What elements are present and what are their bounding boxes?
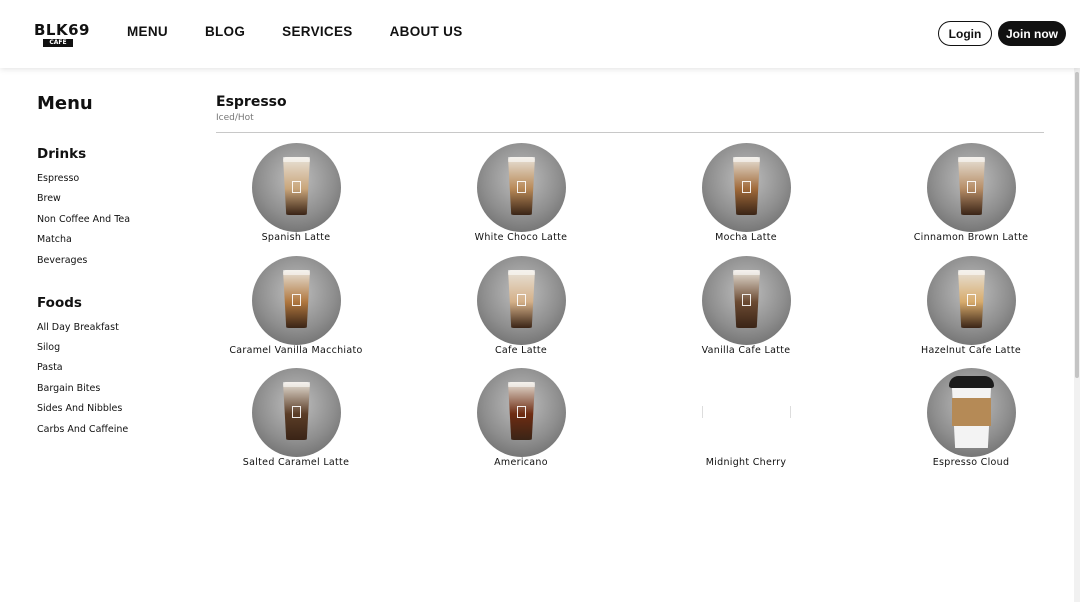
product-image[interactable] [927, 143, 1016, 232]
product-card[interactable]: Hazelnut Cafe Latte [891, 256, 1051, 368]
cup-icon [733, 270, 760, 328]
nav-services[interactable]: SERVICES [282, 24, 352, 40]
product-card[interactable]: Mocha Latte [666, 143, 826, 255]
sidebar-item-espresso[interactable]: Espresso [37, 173, 79, 185]
cup-icon [283, 157, 310, 215]
product-card[interactable]: White Choco Latte [441, 143, 601, 255]
product-card[interactable]: Cafe Latte [441, 256, 601, 368]
cup-icon [958, 270, 985, 328]
join-now-button[interactable]: Join now [998, 21, 1066, 46]
cup-icon [733, 157, 760, 215]
brand-logo[interactable]: BLK69 CAFE [34, 21, 90, 47]
product-card[interactable]: Midnight Cherry [666, 368, 826, 480]
product-image[interactable] [927, 256, 1016, 345]
product-image[interactable] [477, 143, 566, 232]
product-image[interactable] [702, 143, 791, 232]
logo-subtext: CAFE [43, 39, 73, 47]
cup-icon [283, 382, 310, 440]
cup-icon [508, 382, 535, 440]
sidebar-title: Menu [37, 93, 93, 114]
product-image[interactable] [702, 256, 791, 345]
product-name[interactable]: Caramel Vanilla Macchiato [196, 345, 396, 357]
page-scrollbar[interactable] [1074, 68, 1080, 602]
product-card[interactable]: Vanilla Cafe Latte [666, 256, 826, 368]
product-image[interactable] [477, 368, 566, 457]
sidebar-item-matcha[interactable]: Matcha [37, 234, 72, 246]
cup-icon [508, 157, 535, 215]
sidebar-item-non-coffee-and-tea[interactable]: Non Coffee And Tea [37, 214, 130, 226]
menu-content: Espresso Iced/Hot Spanish Latte White Cho… [216, 94, 1044, 468]
sidebar-item-bargain-bites[interactable]: Bargain Bites [37, 383, 100, 395]
sidebar-item-all-day-breakfast[interactable]: All Day Breakfast [37, 322, 119, 334]
scrollbar-thumb[interactable] [1075, 72, 1079, 378]
product-name[interactable]: Espresso Cloud [871, 457, 1071, 469]
menu-sidebar: Menu Drinks Espresso Brew Non Coffee And… [37, 93, 197, 436]
sidebar-item-pasta[interactable]: Pasta [37, 362, 63, 374]
product-name[interactable]: Midnight Cherry [646, 457, 846, 469]
top-navbar: BLK69 CAFE MENU BLOG SERVICES ABOUT US L… [0, 0, 1080, 68]
sidebar-section-title: Foods [37, 295, 82, 311]
product-card[interactable]: Salted Caramel Latte [216, 368, 376, 480]
login-button[interactable]: Login [938, 21, 992, 46]
product-name[interactable]: White Choco Latte [421, 232, 621, 244]
product-name[interactable]: Mocha Latte [646, 232, 846, 244]
product-image[interactable] [252, 368, 341, 457]
category-divider [216, 132, 1044, 133]
cup-icon [508, 270, 535, 328]
nav-menu[interactable]: MENU [127, 24, 168, 40]
product-image[interactable] [477, 256, 566, 345]
product-name[interactable]: Salted Caramel Latte [196, 457, 396, 469]
sidebar-section-drinks: Drinks Espresso Brew Non Coffee And Tea … [37, 146, 130, 266]
logo-text: BLK69 [34, 21, 90, 39]
product-card[interactable]: Americano [441, 368, 601, 480]
category-subtitle: Iced/Hot [216, 113, 254, 123]
product-name[interactable]: Americano [421, 457, 621, 469]
sidebar-section-title: Drinks [37, 146, 87, 162]
nav-about-us[interactable]: ABOUT US [390, 24, 463, 40]
product-name[interactable]: Cafe Latte [421, 345, 621, 357]
sidebar-item-sides-and-nibbles[interactable]: Sides And Nibbles [37, 403, 122, 415]
product-card[interactable]: Espresso Cloud [891, 368, 1051, 480]
product-image[interactable] [252, 256, 341, 345]
sidebar-item-silog[interactable]: Silog [37, 342, 60, 354]
sidebar-section-foods: Foods All Day Breakfast Silog Pasta Barg… [37, 295, 128, 435]
product-card[interactable]: Spanish Latte [216, 143, 376, 255]
product-card[interactable]: Cinnamon Brown Latte [891, 143, 1051, 255]
product-name[interactable]: Spanish Latte [196, 232, 396, 244]
product-image[interactable] [927, 368, 1016, 457]
product-card[interactable]: Caramel Vanilla Macchiato [216, 256, 376, 368]
nav-blog[interactable]: BLOG [205, 24, 245, 40]
cup-icon [958, 157, 985, 215]
product-name[interactable]: Vanilla Cafe Latte [646, 345, 846, 357]
cup-icon [283, 270, 310, 328]
main-nav: MENU BLOG SERVICES ABOUT US [127, 24, 500, 40]
cup-icon [949, 376, 994, 448]
product-image-placeholder[interactable] [702, 406, 791, 418]
sidebar-item-beverages[interactable]: Beverages [37, 255, 87, 267]
product-name[interactable]: Cinnamon Brown Latte [871, 232, 1071, 244]
sidebar-item-brew[interactable]: Brew [37, 193, 61, 205]
category-title: Espresso [216, 94, 287, 110]
product-image[interactable] [252, 143, 341, 232]
product-name[interactable]: Hazelnut Cafe Latte [871, 345, 1071, 357]
sidebar-item-carbs-and-caffeine[interactable]: Carbs And Caffeine [37, 424, 128, 436]
